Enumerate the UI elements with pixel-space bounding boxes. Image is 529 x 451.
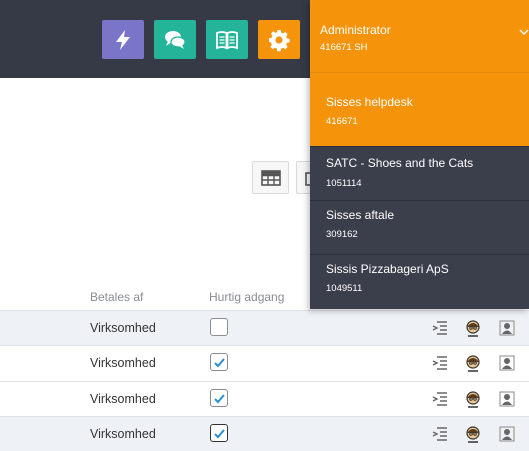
- table-row: Virksomhed: [0, 345, 529, 380]
- company-code: 416671: [326, 116, 358, 127]
- account-role: Administrator: [320, 23, 391, 37]
- move-icon[interactable]: [431, 354, 449, 372]
- manual-button[interactable]: [206, 20, 248, 59]
- account-dropdown: Administrator 416671 SH Sisses helpdesk …: [310, 0, 529, 309]
- move-icon[interactable]: [431, 319, 449, 337]
- quick-access-checkbox[interactable]: [210, 318, 228, 336]
- company-code: 309162: [326, 229, 358, 240]
- chat-button[interactable]: [154, 20, 196, 59]
- users-icon[interactable]: [498, 425, 516, 443]
- chat-icon: [165, 30, 186, 49]
- lightning-icon: [116, 29, 130, 50]
- company-name: SATC - Shoes and the Cats: [326, 156, 474, 170]
- gear-icon: [269, 29, 290, 51]
- users-icon[interactable]: [498, 354, 516, 372]
- company-item-sissis-pizzabageri[interactable]: Sissis Pizzabageri ApS 1049511: [310, 254, 529, 308]
- table-view-button[interactable]: [252, 161, 289, 194]
- users-icon[interactable]: [498, 390, 516, 408]
- account-id: 416671 SH: [320, 42, 368, 53]
- user-avatar-icon[interactable]: [464, 425, 482, 443]
- company-name: Sissis Pizzabageri ApS: [326, 262, 449, 276]
- company-code: 1051114: [326, 178, 362, 189]
- checkmark-icon: [213, 428, 225, 438]
- user-avatar-icon[interactable]: [464, 319, 482, 337]
- company-item-satc[interactable]: SATC - Shoes and the Cats 1051114: [310, 146, 529, 200]
- checkmark-icon: [213, 357, 225, 367]
- users-icon[interactable]: [498, 319, 516, 337]
- company-code: 1049511: [326, 283, 363, 294]
- quick-access-checkbox[interactable]: [210, 353, 228, 371]
- checkmark-icon: [213, 393, 225, 403]
- book-icon: [216, 30, 238, 49]
- table-row: Virksomhed: [0, 310, 529, 345]
- payer-cell: Virksomhed: [90, 356, 156, 370]
- payer-cell: Virksomhed: [90, 427, 156, 441]
- column-header-quick-access: Hurtig adgang: [209, 290, 285, 304]
- table-row: Virksomhed: [0, 416, 529, 451]
- quick-access-checkbox[interactable]: [210, 389, 228, 407]
- settings-button[interactable]: [258, 20, 300, 59]
- company-name: Sisses helpdesk: [326, 95, 413, 109]
- user-avatar-icon[interactable]: [464, 354, 482, 372]
- column-header-payer: Betales af: [90, 290, 144, 304]
- table-row: Virksomhed: [0, 381, 529, 416]
- account-switcher[interactable]: Administrator 416671 SH: [310, 0, 529, 72]
- quick-actions-button[interactable]: [102, 20, 144, 59]
- table-icon: [260, 169, 281, 186]
- user-avatar-icon[interactable]: [464, 390, 482, 408]
- quick-access-checkbox[interactable]: [210, 424, 228, 442]
- chevron-down-icon: [519, 29, 529, 35]
- company-item-sisses-aftale[interactable]: Sisses aftale 309162: [310, 200, 529, 254]
- payer-cell: Virksomhed: [90, 321, 156, 335]
- payer-cell: Virksomhed: [90, 392, 156, 406]
- move-icon[interactable]: [431, 390, 449, 408]
- move-icon[interactable]: [431, 425, 449, 443]
- company-name: Sisses aftale: [326, 208, 395, 222]
- company-item-sisses-helpdesk[interactable]: Sisses helpdesk 416671: [310, 72, 529, 146]
